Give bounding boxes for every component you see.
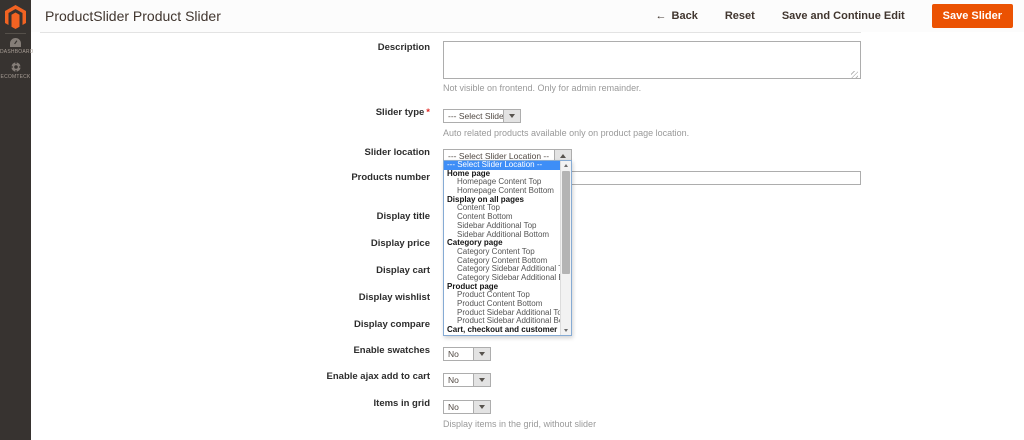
required-asterisk: * xyxy=(426,107,430,118)
back-button-label: Back xyxy=(671,10,698,22)
slider-type-row: Slider type* --- Select Slider Type -- A… xyxy=(40,106,1024,138)
slider-location-option[interactable]: Homepage Content Top xyxy=(444,178,560,187)
slider-location-option[interactable]: Category Content Top xyxy=(444,248,560,257)
save-and-continue-button[interactable]: Save and Continue Edit xyxy=(782,10,905,22)
dropdown-scrollbar[interactable] xyxy=(560,161,571,335)
save-and-continue-label: Save and Continue Edit xyxy=(781,10,905,22)
display-compare-label: Display compare xyxy=(353,319,430,330)
description-note: Not visible on frontend. Only for admin … xyxy=(443,83,642,93)
enable-ajax-label: Enable ajax add to cart xyxy=(326,371,430,382)
scroll-up-button[interactable] xyxy=(561,161,571,170)
display-cart-label: Display cart xyxy=(376,265,430,276)
display-price-label: Display price xyxy=(370,238,430,249)
slider-location-option[interactable]: Category page xyxy=(444,239,560,248)
slider-location-option[interactable]: Content Bottom xyxy=(444,213,560,222)
items-in-grid-label: Items in grid xyxy=(373,398,430,409)
reset-button[interactable]: Reset xyxy=(725,10,755,22)
slider-location-option[interactable]: --- Select Slider Location -- xyxy=(444,161,560,170)
items-in-grid-select[interactable]: No xyxy=(443,400,491,414)
magento-logo-icon xyxy=(5,5,26,29)
slider-location-label: Slider location xyxy=(364,147,430,158)
slider-location-option[interactable]: Homepage Content Bottom xyxy=(444,187,560,196)
slider-type-select[interactable]: --- Select Slider Type -- xyxy=(443,109,521,123)
scroll-up-icon xyxy=(564,164,568,167)
slider-location-option[interactable]: Product Content Bottom xyxy=(444,300,560,309)
enable-swatches-select[interactable]: No xyxy=(443,347,491,361)
slider-location-option[interactable]: Product Sidebar Additional Top xyxy=(444,309,560,318)
enable-swatches-select-value: No xyxy=(448,349,459,359)
chevron-down-icon xyxy=(479,378,485,382)
enable-ajax-row: Enable ajax add to cart No xyxy=(40,370,1024,388)
description-row: Description Not visible on frontend. Onl… xyxy=(40,41,1024,93)
chevron-down-icon xyxy=(479,405,485,409)
header-actions: ← Back Reset Save and Continue Edit Save… xyxy=(656,0,1013,32)
enable-swatches-label: Enable swatches xyxy=(353,345,430,356)
slider-location-option[interactable]: Category Sidebar Additional Bottom xyxy=(444,274,560,283)
slider-location-option[interactable]: Sidebar Additional Top xyxy=(444,222,560,231)
sidebar-item-ecomteck[interactable]: ECOMTECK xyxy=(0,62,31,80)
sidebar-divider xyxy=(5,33,26,34)
slider-location-option[interactable]: Content Top xyxy=(444,204,560,213)
items-in-grid-row: Items in grid No Display items in the gr… xyxy=(40,397,1024,429)
chevron-down-icon xyxy=(509,114,515,118)
save-slider-button[interactable]: Save Slider xyxy=(931,4,1013,28)
enable-swatches-row: Enable swatches No xyxy=(40,344,1024,362)
scrollbar-thumb[interactable] xyxy=(562,171,570,274)
page-title: ProductSlider Product Slider xyxy=(45,8,221,24)
sidebar-item-label: DASHBOARD xyxy=(0,49,34,55)
scroll-down-icon xyxy=(564,329,568,332)
dashboard-icon xyxy=(0,38,31,47)
reset-button-label: Reset xyxy=(724,10,755,22)
products-number-label: Products number xyxy=(351,172,430,183)
enable-ajax-select[interactable]: No xyxy=(443,373,491,387)
display-wishlist-label: Display wishlist xyxy=(358,292,430,303)
page-header: ProductSlider Product Slider ← Back Rese… xyxy=(31,0,1024,32)
enable-swatches-select-arrow[interactable] xyxy=(473,348,490,360)
header-divider xyxy=(40,32,861,33)
slider-location-option[interactable]: Home page xyxy=(444,170,560,179)
slider-location-option[interactable]: Product page xyxy=(444,283,560,292)
slider-location-option[interactable]: Category Content Bottom xyxy=(444,257,560,266)
slider-type-select-value: --- Select Slider Type -- xyxy=(448,111,503,121)
magento-logo[interactable] xyxy=(0,5,31,29)
back-arrow-icon: ← xyxy=(655,10,667,22)
slider-location-option[interactable]: Product Content Top xyxy=(444,291,560,300)
slider-location-listbox: --- Select Slider Location -- Home page … xyxy=(443,160,572,336)
slider-location-option[interactable]: Sidebar Additional Bottom xyxy=(444,231,560,240)
description-label: Description xyxy=(377,42,430,53)
items-in-grid-note: Display items in the grid, without slide… xyxy=(443,419,597,429)
display-title-label: Display title xyxy=(376,211,430,222)
slider-type-select-arrow[interactable] xyxy=(503,110,520,122)
items-in-grid-select-value: No xyxy=(448,402,459,412)
scroll-down-button[interactable] xyxy=(561,326,571,335)
enable-ajax-select-value: No xyxy=(448,375,459,385)
slider-location-option[interactable]: Display on all pages xyxy=(444,196,560,205)
slider-location-option[interactable]: Product Sidebar Additional Bottom xyxy=(444,317,560,326)
slider-location-option[interactable]: Category Sidebar Additional Top xyxy=(444,265,560,274)
chevron-down-icon xyxy=(479,352,485,356)
chevron-up-icon xyxy=(560,154,566,158)
sidebar-item-dashboard[interactable]: DASHBOARD xyxy=(0,38,34,55)
slider-location-options: --- Select Slider Location -- Home page … xyxy=(444,161,560,335)
admin-sidebar: DASHBOARD ECOMTECK xyxy=(0,0,34,440)
back-button[interactable]: ← Back xyxy=(656,10,698,22)
items-in-grid-select-arrow[interactable] xyxy=(473,401,490,413)
slider-type-label: Slider type * xyxy=(375,107,430,118)
sidebar-item-label: ECOMTECK xyxy=(0,74,31,80)
slider-type-note: Auto related products available only on … xyxy=(443,128,690,138)
slider-location-option[interactable]: Cart, checkout and customer page xyxy=(444,326,560,335)
enable-ajax-select-arrow[interactable] xyxy=(473,374,490,386)
ecomteck-icon xyxy=(0,62,31,72)
description-textarea[interactable] xyxy=(443,41,861,79)
